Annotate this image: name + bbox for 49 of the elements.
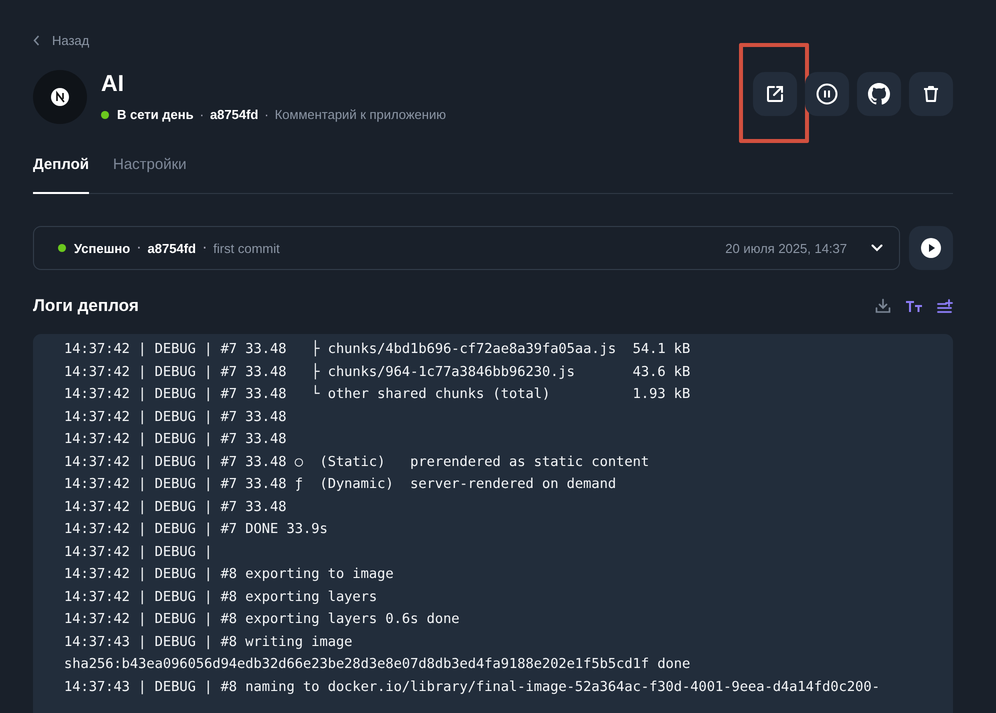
app-title: AI (101, 69, 125, 98)
commit-hash: a8754fd (210, 107, 258, 122)
font-size-icon[interactable] (905, 299, 923, 313)
log-line: 14:37:43 | DEBUG | #8 naming to docker.io/library/final-image-52a364ac-f30d-4001-9eea-d4a14fd0c200- (64, 678, 880, 696)
log-line: 14:37:42 | DEBUG | #8 exporting layers (64, 588, 378, 606)
log-line: 14:37:42 | DEBUG | #7 33.48 (64, 408, 286, 426)
log-line: sha256:b43ea096056d94edb32d66e23be28d3e8e07d8db3ed4fa9188e202e1f5b5cd1f done (64, 655, 690, 674)
log-line: 14:37:42 | DEBUG | #7 33.48 ├ chunks/4bd1b696-cf72ae8a39fa05aa.js 54.1 kB (64, 339, 690, 359)
list-add-icon[interactable] (937, 299, 953, 313)
log-line: 14:37:42 | DEBUG | #7 33.48 ○ (Static) prerendered as static content (64, 452, 650, 472)
commit-hash: a8754fd (148, 240, 196, 256)
pause-icon (816, 83, 838, 105)
separator-dot: · (200, 107, 204, 122)
run-button[interactable] (909, 226, 953, 270)
n-logo-icon (51, 88, 69, 106)
log-line: 14:37:42 | DEBUG | #7 33.48 ƒ (Dynamic) server-rendered on demand (64, 475, 616, 494)
log-line: 14:37:42 | DEBUG | #8 exporting layers 0.6s done (64, 610, 460, 629)
deployment-status: Успешно (74, 240, 130, 256)
github-button[interactable] (857, 72, 901, 116)
separator-dot: · (264, 107, 269, 122)
back-link[interactable]: Назад (52, 33, 90, 48)
separator-dot: · (202, 239, 208, 257)
pause-button[interactable] (805, 72, 849, 116)
log-line: 14:37:42 | DEBUG | #7 33.48 (64, 498, 286, 516)
commit-message: first commit (213, 240, 280, 256)
log-line: 14:37:42 | DEBUG | #7 DONE 33.9s (64, 520, 328, 539)
logs-title: Логи деплоя (33, 296, 139, 316)
tab[interactable]: Деплой (33, 156, 89, 194)
github-icon (868, 83, 890, 105)
comment-link[interactable]: Комментарий к приложению (274, 107, 446, 122)
separator-dot: · (136, 239, 142, 257)
log-line: 14:37:42 | DEBUG | #7 33.48 └ other shared chunks (total) 1.93 kB (64, 384, 690, 404)
play-icon (921, 238, 941, 258)
delete-button[interactable] (909, 72, 953, 116)
log-line: 14:37:42 | DEBUG | #7 33.48 (64, 430, 286, 449)
chevron-down-icon[interactable] (871, 244, 883, 252)
tab[interactable]: Настройки (113, 156, 187, 194)
chevron-left-icon (33, 35, 40, 46)
log-line: 14:37:43 | DEBUG | #8 writing image (64, 632, 352, 652)
status-label: В сети день (117, 107, 194, 122)
log-line: 14:37:42 | DEBUG | #8 exporting to image (64, 565, 394, 584)
log-line: 14:37:42 | DEBUG | #7 33.48 ├ chunks/964-1c77a3846bb96230.js 43.6 kB (64, 362, 690, 382)
deployment-date: 20 июля 2025, 14:37 (725, 240, 847, 256)
open-app-button[interactable] (753, 72, 797, 116)
deployment-card[interactable]: Успешно · a8754fd · first commit 20 июля 2025, 14:37 (33, 226, 900, 270)
external-link-icon (765, 84, 785, 104)
trash-icon (921, 84, 941, 104)
download-icon[interactable] (875, 298, 891, 314)
log-line: 14:37:42 | DEBUG | (64, 542, 212, 562)
